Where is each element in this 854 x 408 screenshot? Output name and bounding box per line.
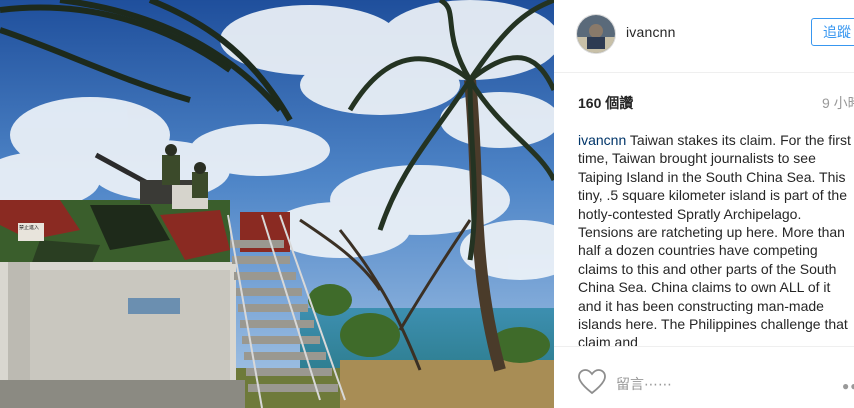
- likes-count[interactable]: 160 個讚: [578, 93, 633, 113]
- follow-button[interactable]: 追蹤: [811, 18, 854, 46]
- caption-username-link[interactable]: ivancnn: [578, 132, 626, 148]
- post-timestamp[interactable]: 9 小時: [822, 93, 854, 113]
- post-photo[interactable]: 禁止進入: [0, 0, 554, 408]
- heart-outline-icon[interactable]: [578, 369, 606, 395]
- username-link[interactable]: ivancnn: [626, 24, 676, 40]
- post-footer: 留言⋯⋯ ●●: [554, 346, 854, 408]
- post-detail-panel: ivancnn 追蹤 160 個讚 9 小時 ivancnn Taiwan st…: [554, 0, 854, 408]
- more-options-icon[interactable]: ●●: [842, 379, 854, 393]
- warning-sign-text: 禁止進入: [19, 225, 40, 231]
- post-caption: ivancnn Taiwan stakes its claim. For the…: [578, 131, 854, 352]
- caption-text: Taiwan stakes its claim. For the first t…: [578, 132, 851, 351]
- comment-input[interactable]: 留言⋯⋯: [616, 374, 672, 394]
- post-header: ivancnn 追蹤: [554, 0, 854, 73]
- avatar[interactable]: [576, 14, 616, 54]
